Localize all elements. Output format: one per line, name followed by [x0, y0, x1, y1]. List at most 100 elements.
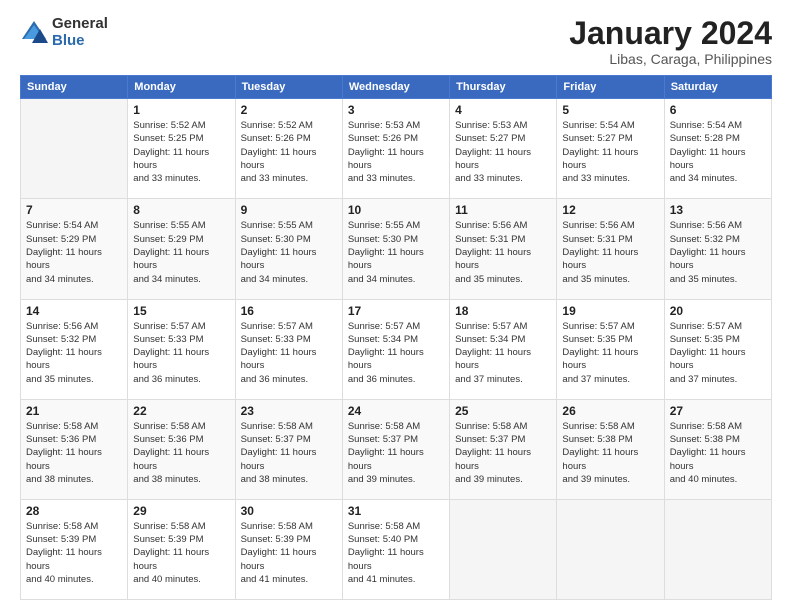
day-info: Sunrise: 5:53 AMSunset: 5:26 PMDaylight:…: [348, 119, 444, 185]
logo-blue-text: Blue: [52, 33, 108, 50]
table-row: 9Sunrise: 5:55 AMSunset: 5:30 PMDaylight…: [235, 199, 342, 299]
table-row: 22Sunrise: 5:58 AMSunset: 5:36 PMDayligh…: [128, 399, 235, 499]
sunset-text: Sunset: 5:30 PM: [241, 233, 337, 246]
day-number: 16: [241, 304, 337, 318]
header: General Blue January 2024 Libas, Caraga,…: [20, 16, 772, 67]
daylight-label: Daylight: 11 hours hours: [455, 346, 551, 373]
day-info: Sunrise: 5:54 AMSunset: 5:27 PMDaylight:…: [562, 119, 658, 185]
daylight-label: Daylight: 11 hours hours: [670, 346, 766, 373]
table-row: 7Sunrise: 5:54 AMSunset: 5:29 PMDaylight…: [21, 199, 128, 299]
table-row: 16 Sunrise: 5:57 AMSunset: 5:33 PMDayligh…: [235, 299, 342, 399]
table-row: 29Sunrise: 5:58 AMSunset: 5:39 PMDayligh…: [128, 499, 235, 599]
sunset-text: Sunset: 5:31 PM: [455, 233, 551, 246]
sunset-text: Sunset: 5:36 PM: [26, 433, 122, 446]
day-number: 9: [241, 203, 337, 217]
daylight-minutes: and 40 minutes.: [26, 573, 122, 586]
day-number: 8: [133, 203, 229, 217]
daylight-minutes: and 37 minutes.: [670, 373, 766, 386]
sunset-text: Sunset: 5:31 PM: [562, 233, 658, 246]
table-row: 24 Sunrise: 5:58 AMSunset: 5:37 PMDayligh…: [342, 399, 449, 499]
sunrise-text: Sunrise: 5:58 AM: [670, 420, 766, 433]
day-number: 29: [133, 504, 229, 518]
sunrise-text: Sunrise: 5:58 AM: [348, 420, 444, 433]
logo-general-text: General: [52, 16, 108, 33]
week-row-2: 14Sunrise: 5:56 AMSunset: 5:32 PMDayligh…: [21, 299, 772, 399]
sunset-text: Sunset: 5:39 PM: [241, 533, 337, 546]
sunrise-text: Sunrise: 5:58 AM: [26, 520, 122, 533]
sunrise-text: Sunrise: 5:55 AM: [133, 219, 229, 232]
sunset-text: Sunset: 5:35 PM: [562, 333, 658, 346]
sunset-text: Sunset: 5:26 PM: [348, 132, 444, 145]
daylight-label: Daylight: 11 hours hours: [241, 546, 337, 573]
daylight-label: Daylight: 11 hours hours: [241, 346, 337, 373]
daylight-label: Daylight: 11 hours hours: [348, 346, 444, 373]
day-number: 24: [348, 404, 444, 418]
daylight-minutes: and 41 minutes.: [241, 573, 337, 586]
day-info: Sunrise: 5:56 AMSunset: 5:32 PMDaylight:…: [670, 219, 766, 285]
sunrise-text: Sunrise: 5:52 AM: [241, 119, 337, 132]
day-number: 30: [241, 504, 337, 518]
daylight-label: Daylight: 11 hours hours: [241, 146, 337, 173]
daylight-minutes: and 37 minutes.: [562, 373, 658, 386]
day-number: 25: [455, 404, 551, 418]
table-row: [21, 99, 128, 199]
day-number: 1: [133, 103, 229, 117]
logo-text: General Blue: [52, 16, 108, 49]
day-number: 20: [670, 304, 766, 318]
daylight-minutes: and 40 minutes.: [133, 573, 229, 586]
sunrise-text: Sunrise: 5:52 AM: [133, 119, 229, 132]
day-info: Sunrise: 5:58 AMSunset: 5:37 PMDaylight:…: [241, 420, 337, 486]
table-row: 12Sunrise: 5:56 AMSunset: 5:31 PMDayligh…: [557, 199, 664, 299]
day-info: Sunrise: 5:58 AMSunset: 5:36 PMDaylight:…: [133, 420, 229, 486]
daylight-label: Daylight: 11 hours hours: [562, 346, 658, 373]
daylight-minutes: and 34 minutes.: [133, 273, 229, 286]
daylight-minutes: and 36 minutes.: [348, 373, 444, 386]
daylight-minutes: and 39 minutes.: [455, 473, 551, 486]
day-info: Sunrise: 5:57 AMSunset: 5:33 PMDaylight:…: [241, 320, 337, 386]
day-number: 4: [455, 103, 551, 117]
table-row: 27Sunrise: 5:58 AMSunset: 5:38 PMDayligh…: [664, 399, 771, 499]
header-row: Sunday Monday Tuesday Wednesday Thursday…: [21, 76, 772, 99]
day-info: Sunrise: 5:55 AMSunset: 5:29 PMDaylight:…: [133, 219, 229, 285]
day-info: Sunrise: 5:58 AMSunset: 5:38 PMDaylight:…: [562, 420, 658, 486]
day-number: 2: [241, 103, 337, 117]
sunset-text: Sunset: 5:38 PM: [670, 433, 766, 446]
daylight-label: Daylight: 11 hours hours: [348, 446, 444, 473]
day-info: Sunrise: 5:58 AMSunset: 5:37 PMDaylight:…: [348, 420, 444, 486]
sunrise-text: Sunrise: 5:58 AM: [562, 420, 658, 433]
table-row: 15Sunrise: 5:57 AMSunset: 5:33 PMDayligh…: [128, 299, 235, 399]
daylight-label: Daylight: 11 hours hours: [26, 446, 122, 473]
sunrise-text: Sunrise: 5:54 AM: [670, 119, 766, 132]
daylight-minutes: and 34 minutes.: [670, 172, 766, 185]
day-info: Sunrise: 5:56 AMSunset: 5:31 PMDaylight:…: [455, 219, 551, 285]
day-info: Sunrise: 5:57 AMSunset: 5:35 PMDaylight:…: [562, 320, 658, 386]
col-friday: Friday: [557, 76, 664, 99]
daylight-label: Daylight: 11 hours hours: [455, 146, 551, 173]
sunrise-text: Sunrise: 5:56 AM: [562, 219, 658, 232]
daylight-label: Daylight: 11 hours hours: [455, 446, 551, 473]
title-block: January 2024 Libas, Caraga, Philippines: [569, 16, 772, 67]
table-row: 5Sunrise: 5:54 AMSunset: 5:27 PMDaylight…: [557, 99, 664, 199]
daylight-label: Daylight: 11 hours hours: [133, 446, 229, 473]
table-row: [664, 499, 771, 599]
daylight-label: Daylight: 11 hours hours: [26, 546, 122, 573]
daylight-label: Daylight: 11 hours hours: [26, 346, 122, 373]
sunset-text: Sunset: 5:28 PM: [670, 132, 766, 145]
sunset-text: Sunset: 5:35 PM: [670, 333, 766, 346]
day-number: 12: [562, 203, 658, 217]
sunset-text: Sunset: 5:27 PM: [562, 132, 658, 145]
sunset-text: Sunset: 5:34 PM: [455, 333, 551, 346]
sunrise-text: Sunrise: 5:58 AM: [241, 520, 337, 533]
sunset-text: Sunset: 5:32 PM: [670, 233, 766, 246]
daylight-label: Daylight: 11 hours hours: [133, 246, 229, 273]
daylight-minutes: and 39 minutes.: [562, 473, 658, 486]
col-thursday: Thursday: [450, 76, 557, 99]
sunrise-text: Sunrise: 5:55 AM: [348, 219, 444, 232]
daylight-label: Daylight: 11 hours hours: [562, 146, 658, 173]
week-row-0: 1Sunrise: 5:52 AMSunset: 5:25 PMDaylight…: [21, 99, 772, 199]
table-row: [450, 499, 557, 599]
daylight-label: Daylight: 11 hours hours: [241, 446, 337, 473]
day-number: 6: [670, 103, 766, 117]
day-info: Sunrise: 5:58 AMSunset: 5:40 PMDaylight:…: [348, 520, 444, 586]
calendar-location: Libas, Caraga, Philippines: [569, 51, 772, 67]
